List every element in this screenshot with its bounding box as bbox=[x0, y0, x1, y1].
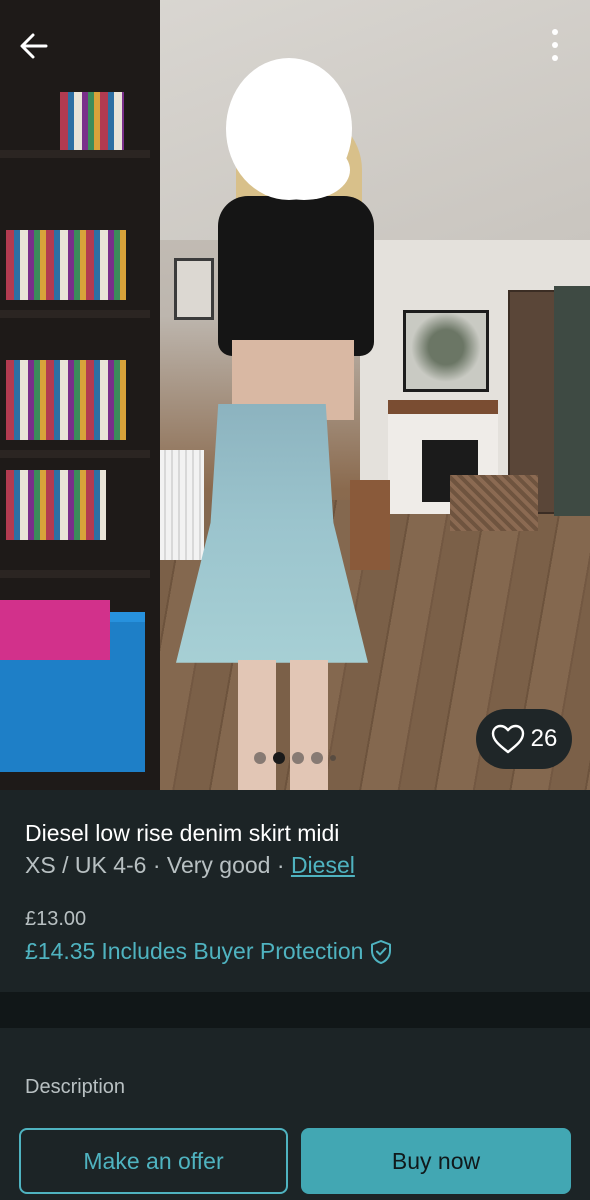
bookcase-shelf bbox=[0, 450, 150, 458]
arrow-left-icon bbox=[20, 33, 48, 59]
listing-meta: XS / UK 4-6 · Very good · Diesel bbox=[25, 852, 355, 879]
make-offer-button[interactable]: Make an offer bbox=[19, 1128, 288, 1194]
buy-now-button[interactable]: Buy now bbox=[301, 1128, 571, 1194]
meta-separator: · bbox=[270, 852, 291, 878]
buyer-protection-text: Includes Buyer Protection bbox=[101, 938, 364, 964]
gallery-dot[interactable] bbox=[330, 755, 336, 761]
gallery-pagination bbox=[254, 752, 336, 764]
more-options-button[interactable] bbox=[540, 24, 570, 68]
listing-info: Diesel low rise denim skirt midi XS / UK… bbox=[0, 790, 590, 992]
action-bar: Make an offer Buy now bbox=[0, 1108, 590, 1200]
photo-leg bbox=[238, 660, 276, 790]
total-price: £14.35 bbox=[25, 938, 96, 964]
photo-pink-basket bbox=[0, 600, 110, 660]
favourite-count: 26 bbox=[530, 725, 558, 752]
total-price-with-protection[interactable]: £14.35 Includes Buyer Protection bbox=[25, 938, 393, 965]
listing-size: XS / UK 4-6 bbox=[25, 852, 147, 878]
photo-baskets bbox=[450, 475, 538, 531]
heart-outline-icon bbox=[491, 724, 524, 754]
product-photo[interactable]: 26 bbox=[0, 0, 590, 790]
item-price: £13.00 bbox=[25, 908, 87, 930]
meta-separator: · bbox=[146, 852, 167, 878]
photo-table bbox=[350, 480, 390, 570]
photo-painting bbox=[403, 310, 489, 392]
listing-title: Diesel low rise denim skirt midi bbox=[25, 820, 340, 846]
photo-door bbox=[554, 286, 590, 516]
photo-leg bbox=[290, 660, 328, 790]
section-divider bbox=[0, 992, 590, 1028]
bookcase-books bbox=[6, 470, 106, 540]
brand-link[interactable]: Diesel bbox=[291, 852, 355, 878]
bookcase-books bbox=[6, 230, 126, 300]
photo-frame bbox=[174, 258, 214, 320]
shield-check-icon bbox=[371, 939, 392, 964]
photo-top bbox=[218, 196, 374, 356]
bookcase-books bbox=[6, 360, 126, 440]
listing-condition: Very good bbox=[166, 852, 271, 878]
bookcase-shelf bbox=[0, 150, 150, 158]
bookcase-books bbox=[60, 92, 124, 150]
back-button[interactable] bbox=[14, 26, 54, 66]
description-label: Description bbox=[25, 1076, 126, 1098]
gallery-dot[interactable] bbox=[311, 752, 323, 764]
favourite-button[interactable]: 26 bbox=[476, 709, 572, 769]
gallery-dot[interactable] bbox=[292, 752, 304, 764]
more-vertical-icon bbox=[552, 29, 558, 61]
bookcase-shelf bbox=[0, 310, 150, 318]
bookcase-shelf bbox=[0, 570, 150, 578]
gallery-dot-active[interactable] bbox=[273, 752, 285, 764]
face-blur bbox=[258, 140, 350, 200]
gallery-dot[interactable] bbox=[254, 752, 266, 764]
